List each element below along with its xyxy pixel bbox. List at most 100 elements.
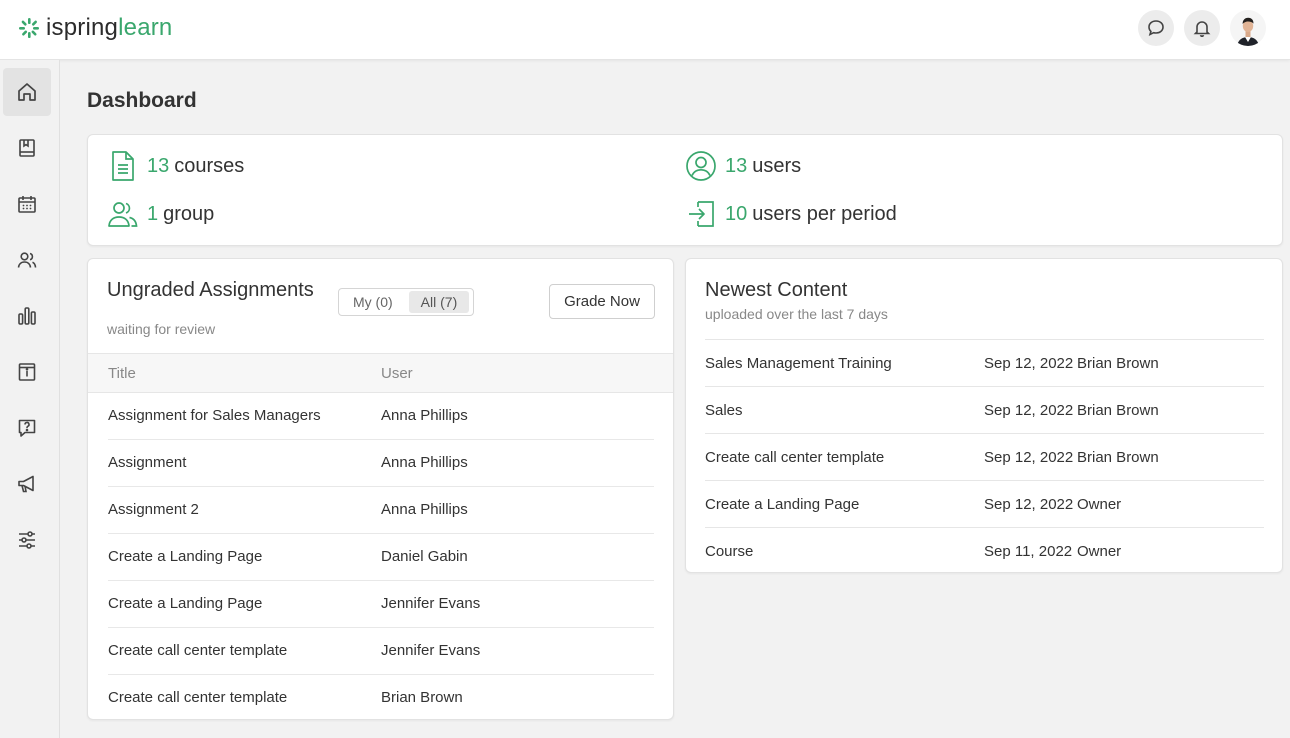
grade-now-button[interactable]: Grade Now (549, 284, 655, 319)
groups-label: group (163, 202, 215, 225)
sidebar-item-calendar[interactable] (3, 180, 51, 228)
info-icon (18, 363, 36, 381)
content-author: Brian Brown (1077, 402, 1159, 419)
users-label: users (752, 154, 802, 177)
ungraded-subtitle: waiting for review (107, 321, 216, 337)
content-date: Sep 11, 2022 (984, 543, 1073, 560)
sidebar-item-reports[interactable] (3, 292, 51, 340)
logo[interactable]: ispringlearn (18, 14, 172, 42)
column-user[interactable]: User (381, 365, 413, 382)
stat-groups[interactable]: 1 group (107, 198, 214, 230)
table-row[interactable]: Assignment 2 Anna Phillips (108, 487, 654, 534)
row-title: Assignment (108, 454, 187, 471)
row-title: Assignment for Sales Managers (108, 407, 321, 424)
table-row[interactable]: Assignment for Sales Managers Anna Philli… (108, 393, 654, 440)
content-date: Sep 12, 2022 (984, 496, 1074, 513)
reports-icon (18, 307, 36, 325)
top-bar: ispringlearn (0, 0, 1290, 60)
content-row[interactable]: Sales Management Training Sep 12, 2022 Bri… (705, 339, 1264, 386)
group-icon (107, 198, 139, 230)
megaphone-icon (18, 475, 34, 493)
row-title: Create a Landing Page (108, 595, 263, 612)
ungraded-title: Ungraded Assignments (107, 279, 314, 301)
filter-all[interactable]: All (7) (408, 291, 470, 313)
content-name: Create a Landing Page (705, 496, 860, 513)
newest-title: Newest Content (705, 279, 848, 301)
row-user: Anna Phillips (381, 501, 468, 518)
filter-my[interactable]: My (0) (341, 291, 405, 313)
users-period-count: 10 (725, 202, 748, 225)
row-title: Assignment 2 (108, 501, 199, 518)
row-user: Anna Phillips (381, 454, 468, 471)
sidebar-item-settings[interactable] (3, 516, 51, 564)
content-name: Sales (705, 402, 743, 419)
row-user: Jennifer Evans (381, 642, 481, 659)
ispring-logo-icon (19, 18, 39, 38)
calendar-icon (18, 196, 36, 213)
assignment-filter-toggle: My (0) All (7) (338, 288, 474, 316)
users-period-label: users per period (752, 202, 897, 225)
content-date: Sep 12, 2022 (984, 355, 1074, 372)
content-name: Sales Management Training (705, 355, 892, 372)
table-row[interactable]: Create call center template Brian Brown (108, 675, 654, 719)
chat-button[interactable] (1138, 10, 1174, 46)
sidebar (0, 60, 60, 738)
courses-label: courses (174, 154, 245, 177)
table-row[interactable]: Create a Landing Page Daniel Gabin (108, 534, 654, 581)
logo-text: ispringlearn (46, 14, 173, 41)
page-title: Dashboard (87, 89, 197, 112)
user-circle-icon (685, 150, 717, 182)
table-row[interactable]: Create a Landing Page Jennifer Evans (108, 581, 654, 628)
content-row[interactable]: Create call center template Sep 12, 2022 B… (705, 433, 1264, 480)
row-user: Jennifer Evans (381, 595, 481, 612)
column-title[interactable]: Title (108, 365, 136, 382)
sidebar-item-help[interactable] (3, 404, 51, 452)
row-user: Brian Brown (381, 689, 463, 706)
stat-users-per-period[interactable]: 10 users per period (685, 198, 897, 230)
stat-users[interactable]: 13 users (685, 150, 801, 182)
sidebar-item-info[interactable] (3, 348, 51, 396)
content-author: Owner (1077, 496, 1122, 513)
row-user: Daniel Gabin (381, 548, 468, 565)
table-row[interactable]: Create call center template Jennifer Evan… (108, 628, 654, 675)
avatar-icon (1230, 10, 1266, 46)
bell-icon (1193, 21, 1211, 38)
content-row[interactable]: Sales Sep 12, 2022 Brian Brown (705, 386, 1264, 433)
document-icon (107, 150, 139, 182)
login-icon (685, 198, 717, 230)
groups-count: 1 (147, 202, 159, 225)
content-date: Sep 12, 2022 (984, 449, 1074, 466)
content-author: Brian Brown (1077, 355, 1159, 372)
row-title: Create call center template (108, 689, 288, 706)
users-icon (17, 252, 37, 268)
row-title: Create call center template (108, 642, 288, 659)
users-count: 13 (725, 154, 748, 177)
content-author: Owner (1077, 543, 1122, 560)
settings-sliders-icon (19, 531, 35, 549)
sidebar-item-home[interactable] (3, 68, 51, 116)
newest-subtitle: uploaded over the last 7 days (705, 306, 888, 322)
stat-courses[interactable]: 13 courses (107, 150, 244, 182)
row-user: Anna Phillips (381, 407, 468, 424)
table-row[interactable]: Assignment Anna Phillips (108, 440, 654, 487)
sidebar-item-courses[interactable] (3, 124, 51, 172)
content-name: Create call center template (705, 449, 885, 466)
content-row[interactable]: Course Sep 11, 2022 Owner (705, 527, 1264, 574)
book-icon (19, 139, 35, 157)
table-header: Title User (88, 353, 673, 393)
newest-content-card: Newest Content uploaded over the last 7 … (685, 258, 1283, 573)
sidebar-item-announcements[interactable] (3, 460, 51, 508)
content-row[interactable]: Create a Landing Page Sep 12, 2022 Owner (705, 480, 1264, 527)
row-title: Create a Landing Page (108, 548, 263, 565)
ungraded-assignments-card: Ungraded Assignments waiting for review … (87, 258, 674, 720)
user-avatar[interactable] (1230, 10, 1266, 46)
content-date: Sep 12, 2022 (984, 402, 1074, 419)
sidebar-item-users[interactable] (3, 236, 51, 284)
stats-card: 13 courses 1 group 13 users 10 users per… (87, 134, 1283, 246)
help-icon (18, 419, 36, 437)
content-name: Course (705, 543, 754, 560)
courses-count: 13 (147, 154, 170, 177)
home-icon (18, 83, 36, 101)
content-author: Brian Brown (1077, 449, 1159, 466)
notifications-button[interactable] (1184, 10, 1220, 46)
